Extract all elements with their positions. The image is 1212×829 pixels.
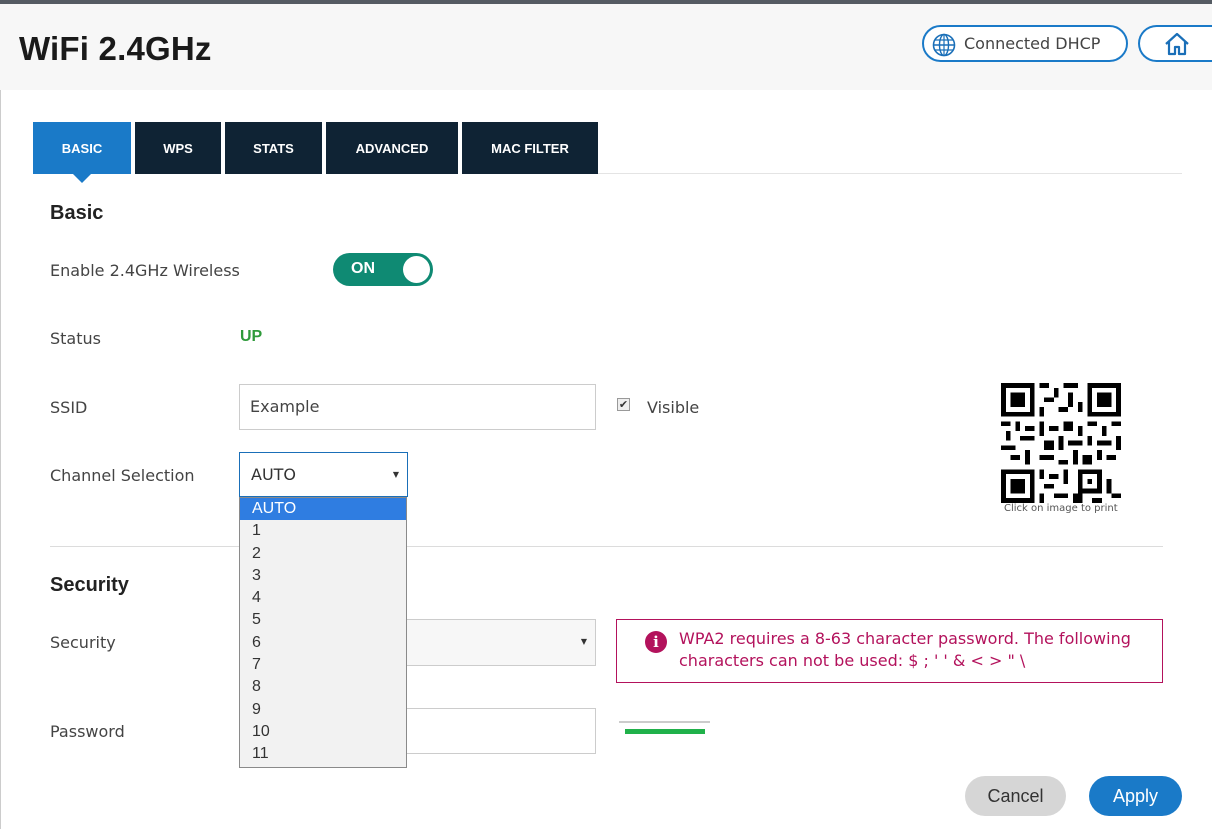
cancel-button[interactable]: Cancel xyxy=(965,776,1066,816)
tab-mac-filter-label: MAC FILTER xyxy=(491,140,569,156)
channel-option[interactable]: AUTO xyxy=(240,498,406,521)
channel-option[interactable]: 4 xyxy=(240,587,406,609)
tab-advanced-label: ADVANCED xyxy=(355,140,429,156)
qr-print-caption: Click on image to print xyxy=(1004,503,1118,514)
connection-status-label: Connected DHCP xyxy=(964,34,1101,53)
globe-icon xyxy=(932,33,956,57)
ssid-label: SSID xyxy=(50,398,88,417)
info-icon: i xyxy=(645,631,667,653)
alert-message: WPA2 requires a 8-63 character password.… xyxy=(679,629,1131,670)
channel-option[interactable]: 9 xyxy=(240,699,406,721)
channel-option[interactable]: 3 xyxy=(240,565,406,587)
channel-option[interactable]: 11 xyxy=(240,743,406,765)
active-tab-caret xyxy=(73,174,91,183)
tab-mac-filter[interactable]: MAC FILTER xyxy=(462,122,598,174)
tab-basic[interactable]: BASIC xyxy=(33,122,131,183)
channel-option[interactable]: 2 xyxy=(240,543,406,565)
dropdown-arrow-icon: ▼ xyxy=(392,470,399,479)
visible-checkbox[interactable]: ✔ xyxy=(617,398,630,411)
channel-selection-label: Channel Selection xyxy=(50,466,195,485)
channel-option[interactable]: 1 xyxy=(240,520,406,542)
tab-stats[interactable]: STATS xyxy=(225,122,322,174)
top-bar: WiFi 2.4GHz Connected DHCP xyxy=(0,0,1212,90)
strength-meter-fill xyxy=(625,729,705,734)
channel-select-value: AUTO xyxy=(251,465,297,484)
channel-option[interactable]: 10 xyxy=(240,721,406,743)
wifi-qr-code[interactable] xyxy=(1000,383,1122,503)
tab-basic-label: BASIC xyxy=(61,140,103,156)
ssid-input[interactable]: Example xyxy=(239,384,596,430)
tab-divider xyxy=(598,173,1182,174)
channel-dropdown-list: AUTO 1 2 3 4 5 6 7 8 9 10 11 xyxy=(239,497,407,768)
strength-meter-track xyxy=(619,721,710,723)
tab-wps[interactable]: WPS xyxy=(135,122,221,174)
visible-label: Visible xyxy=(647,398,700,417)
enable-wireless-label: Enable 2.4GHz Wireless xyxy=(50,261,240,280)
status-label: Status xyxy=(50,329,101,348)
password-strength-meter xyxy=(619,721,710,737)
status-value: UP xyxy=(240,328,263,345)
tab-stats-label: STATS xyxy=(253,140,294,156)
channel-option[interactable]: 6 xyxy=(240,632,406,654)
channel-option[interactable]: 7 xyxy=(240,654,406,676)
page-title: WiFi 2.4GHz xyxy=(19,30,212,67)
tab-wps-label: WPS xyxy=(163,140,193,156)
password-label: Password xyxy=(50,722,125,741)
basic-section-heading: Basic xyxy=(50,202,104,224)
toggle-state-label: ON xyxy=(351,260,375,277)
security-label: Security xyxy=(50,633,116,652)
home-button[interactable] xyxy=(1138,25,1212,62)
toggle-knob xyxy=(403,256,430,283)
channel-option[interactable]: 5 xyxy=(240,609,406,631)
home-icon xyxy=(1165,32,1189,56)
password-requirements-alert: i WPA2 requires a 8-63 character passwor… xyxy=(616,619,1163,683)
connection-status-button[interactable]: Connected DHCP xyxy=(922,25,1128,62)
section-divider xyxy=(50,546,1163,547)
channel-select[interactable]: AUTO ▼ xyxy=(239,452,408,497)
dropdown-arrow-icon: ▼ xyxy=(580,637,587,646)
tab-advanced[interactable]: ADVANCED xyxy=(326,122,458,174)
security-section-heading: Security xyxy=(50,574,129,596)
enable-wireless-toggle[interactable]: ON xyxy=(333,253,433,286)
channel-option[interactable]: 8 xyxy=(240,676,406,698)
apply-button[interactable]: Apply xyxy=(1089,776,1182,816)
